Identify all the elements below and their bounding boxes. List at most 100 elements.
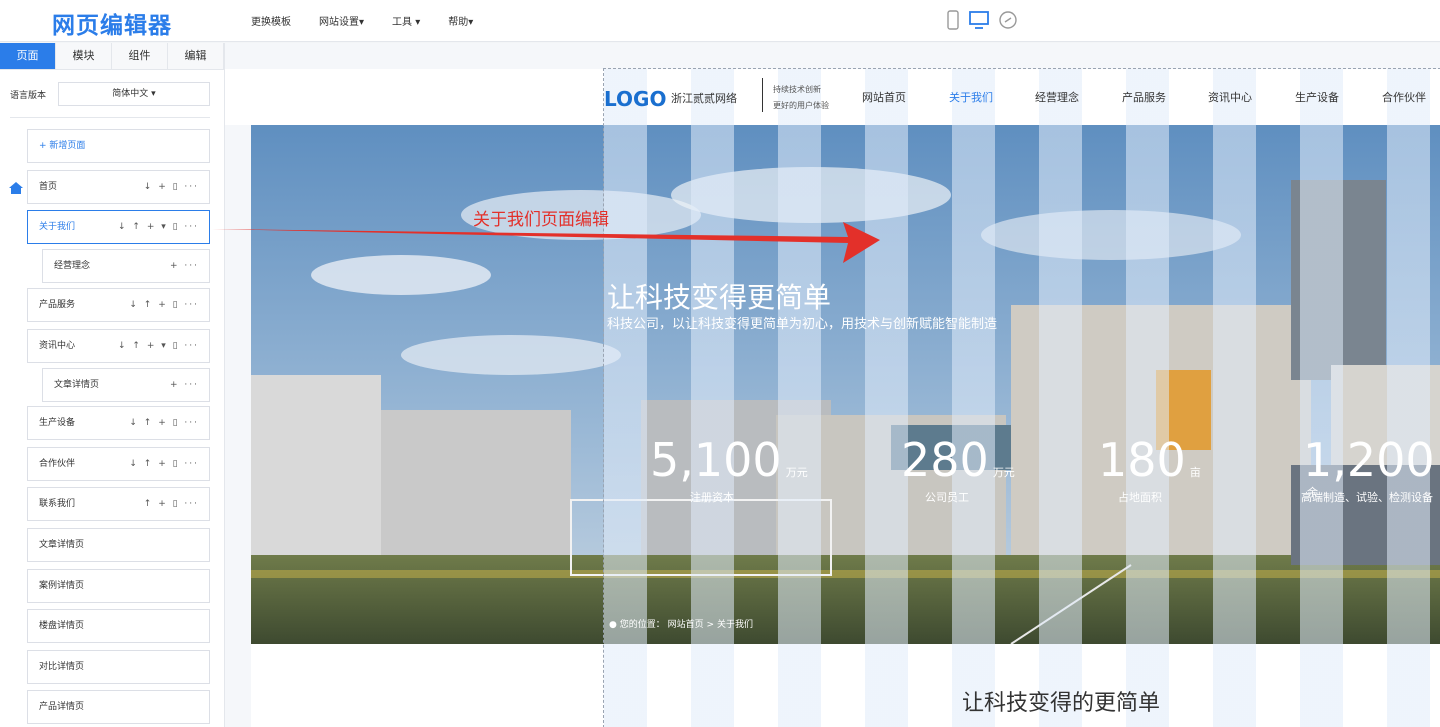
company-name: 浙江贰贰网络 <box>671 92 737 105</box>
site-nav-partners[interactable]: 合作伙伴 <box>1382 89 1426 105</box>
menu-site-settings-label: 网站设置 <box>319 17 359 28</box>
sidebar-tabs: 页面 模块 组件 编辑 <box>0 43 224 70</box>
sidebar: 页面 模块 组件 编辑 语言版本 简体中文 ▾ + 新增页面 首页 ↓ + ▯ ·… <box>0 43 225 727</box>
page-item-actions[interactable]: ↓ + ▯ ··· <box>144 171 199 203</box>
breadcrumb: ● 您的位置： 网站首页 > 关于我们 <box>609 617 753 630</box>
page-item-label: 关于我们 <box>39 222 76 232</box>
stat-number: 1,200 <box>1303 433 1435 487</box>
page-item-actions[interactable]: ↓ ↑ + ▾ ▯ ··· <box>118 330 199 362</box>
stat-label: 注册资本 <box>690 491 734 504</box>
page-item-label: 楼盘详情页 <box>39 621 85 631</box>
lang-label: 语言版本 <box>10 91 47 101</box>
menu-tools-label: 工具 <box>392 17 413 28</box>
site-nav-about[interactable]: 关于我们 <box>949 89 993 105</box>
page-item-actions[interactable]: ↑ + ▯ ··· <box>144 488 199 520</box>
page-item-article-detail[interactable]: 文章详情页 + ··· <box>42 368 210 402</box>
page-item-news[interactable]: 资讯中心 ↓ ↑ + ▾ ▯ ··· <box>27 329 210 363</box>
page-item-home[interactable]: 首页 ↓ + ▯ ··· <box>27 170 210 204</box>
page-item-case-page[interactable]: 案例详情页 <box>27 569 210 603</box>
page-item-article-page[interactable]: 文章详情页 <box>27 528 210 562</box>
page-item-equipment[interactable]: 生产设备 ↓ ↑ + ▯ ··· <box>27 406 210 440</box>
stat-label: 公司员工 <box>925 491 969 504</box>
site-nav-news[interactable]: 资讯中心 <box>1208 89 1252 105</box>
site-nav-equipment[interactable]: 生产设备 <box>1295 89 1339 105</box>
slogan-line: 持续技术创新 <box>773 85 821 94</box>
menu-help-label: 帮助 <box>448 17 469 28</box>
tab-components[interactable]: 组件 <box>112 43 168 69</box>
page-item-contact[interactable]: 联系我们 ↑ + ▯ ··· <box>27 487 210 521</box>
page-item-actions[interactable]: + ··· <box>170 250 199 282</box>
page-item-label: 经营理念 <box>54 261 91 271</box>
stat-unit: 万元 <box>785 466 808 479</box>
stat-number: 5,100 <box>650 433 782 487</box>
app-title: 网页编辑器 <box>52 13 172 39</box>
site-slogan: 持续技术创新 更好的用户体验 <box>773 82 829 114</box>
device-switcher <box>946 10 1018 30</box>
menu-site-settings[interactable]: 网站设置▾ <box>319 13 364 28</box>
menu-change-template[interactable]: 更换模板 <box>251 13 291 28</box>
page-item-label: 对比详情页 <box>39 662 85 672</box>
page-item-compare-page[interactable]: 对比详情页 <box>27 650 210 684</box>
top-bar: 网页编辑器 更换模板 网站设置▾ 工具 ▾ 帮助▾ <box>0 0 1440 42</box>
page-item-label: 联系我们 <box>39 499 76 509</box>
top-nav: 更换模板 网站设置▾ 工具 ▾ 帮助▾ <box>251 13 501 28</box>
menu-tools[interactable]: 工具 ▾ <box>392 13 420 28</box>
mobile-icon[interactable] <box>946 10 960 30</box>
editor-canvas: LOGO 浙江贰贰网络 持续技术创新 更好的用户体验 网站首页 关于我们 经营理… <box>225 43 1440 727</box>
tab-pages[interactable]: 页面 <box>0 43 56 69</box>
stat-number: 280 <box>901 433 989 487</box>
page-item-actions[interactable]: ↓ ↑ + ▯ ··· <box>129 448 199 480</box>
hero-title: 让科技变得更简单 <box>607 281 832 314</box>
link-icon[interactable] <box>998 10 1018 30</box>
stat-staff: 280 万元 公司员工 <box>901 433 1015 504</box>
add-page-button[interactable]: + 新增页面 <box>27 129 210 163</box>
lang-select[interactable]: 简体中文 ▾ <box>58 82 210 106</box>
breadcrumb-home-link[interactable]: 网站首页 <box>668 620 704 630</box>
page-item-label: 生产设备 <box>39 418 76 428</box>
page-item-label: 合作伙伴 <box>39 459 76 469</box>
page-item-products[interactable]: 产品服务 ↓ ↑ + ▯ ··· <box>27 288 210 322</box>
annotation-label: 关于我们页面编辑 <box>473 210 609 230</box>
site-nav-home[interactable]: 网站首页 <box>862 89 906 105</box>
location-pin-icon: ● <box>609 620 617 630</box>
page-item-label: 文章详情页 <box>39 540 85 550</box>
page-item-actions[interactable]: + ··· <box>170 369 199 401</box>
page-item-label: 产品详情页 <box>39 702 85 712</box>
menu-help[interactable]: 帮助▾ <box>448 13 473 28</box>
page-item-about[interactable]: 关于我们 ↓ ↑ + ▾ ▯ ··· <box>27 210 210 244</box>
breadcrumb-current: 关于我们 <box>716 620 753 630</box>
hero-subtitle: 科技公司，以让科技变得更简单为初心，用技术与创新赋能智能制造 <box>607 317 998 332</box>
page-item-label: 资讯中心 <box>39 341 76 351</box>
stat-unit: 亩 <box>1189 466 1201 479</box>
page-item-philosophy[interactable]: 经营理念 + ··· <box>42 249 210 283</box>
home-icon <box>9 182 23 194</box>
site-logo[interactable]: LOGO <box>604 87 666 111</box>
page-item-label: 案例详情页 <box>39 581 85 591</box>
divider <box>10 117 210 118</box>
header-divider <box>762 78 763 112</box>
stat-equipment: 1,200余 高端制造、试验、检测设备 <box>1301 433 1440 504</box>
lang-select-value: 简体中文 <box>112 89 149 99</box>
stat-number: 180 <box>1098 433 1186 487</box>
page-item-actions[interactable]: ↓ ↑ + ▯ ··· <box>129 407 199 439</box>
page-item-product-page[interactable]: 产品详情页 <box>27 690 210 724</box>
tab-modules[interactable]: 模块 <box>56 43 112 69</box>
page-item-actions[interactable]: ↓ ↑ + ▾ ▯ ··· <box>118 211 199 243</box>
desktop-icon[interactable] <box>968 10 990 30</box>
page-item-property-page[interactable]: 楼盘详情页 <box>27 609 210 643</box>
stat-label: 占地面积 <box>1118 491 1162 504</box>
stat-capital: 5,100 万元 注册资本 <box>650 433 808 504</box>
section-title: 让科技变得的更简单 <box>962 691 1161 716</box>
breadcrumb-separator: > <box>706 620 715 630</box>
page-item-partners[interactable]: 合作伙伴 ↓ ↑ + ▯ ··· <box>27 447 210 481</box>
tab-edit[interactable]: 编辑 <box>168 43 224 69</box>
page-item-label: 产品服务 <box>39 300 76 310</box>
page-item-label: 文章详情页 <box>54 380 100 390</box>
stat-label: 高端制造、试验、检测设备 <box>1301 491 1433 504</box>
breadcrumb-label: 您的位置： <box>619 620 665 630</box>
stat-unit: 万元 <box>992 466 1015 479</box>
slogan-line: 更好的用户体验 <box>773 101 829 110</box>
page-item-actions[interactable]: ↓ ↑ + ▯ ··· <box>129 289 199 321</box>
site-nav-philosophy[interactable]: 经营理念 <box>1035 89 1079 105</box>
site-nav-products[interactable]: 产品服务 <box>1122 89 1166 105</box>
